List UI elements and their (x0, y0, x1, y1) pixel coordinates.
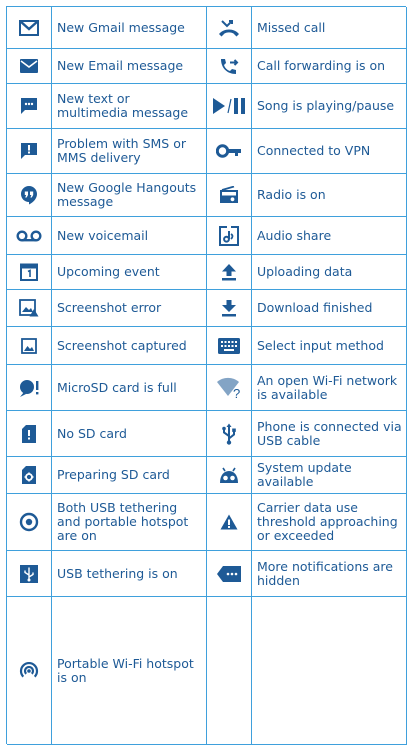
table-row: New Email message (7, 49, 207, 84)
audio-share-icon (207, 217, 252, 254)
call-forward-icon (207, 49, 252, 83)
data-warning-icon (207, 494, 252, 550)
missed-call-icon (207, 7, 252, 48)
row-label: New Email message (57, 58, 184, 73)
icon-table: New Gmail message New Email message New te… (6, 6, 407, 745)
table-row: Both USB tethering and portable hotspot … (7, 494, 207, 551)
table-row: Screenshot error (7, 290, 207, 327)
gmail-icon (7, 7, 52, 48)
keyboard-icon (207, 327, 252, 364)
row-label: Screenshot error (57, 300, 162, 315)
open-wifi-icon: ? (207, 365, 252, 410)
row-label: Missed call (257, 19, 326, 35)
sd-full-icon (7, 365, 52, 410)
row-label: Both USB tethering and portable hotspot … (57, 500, 189, 543)
screenshot-icon (7, 327, 52, 364)
row-label (257, 597, 402, 744)
table-row: Preparing SD card (7, 457, 207, 494)
table-row: Phone is connected via USB cable (207, 411, 407, 457)
empty-icon-cell (207, 597, 252, 744)
row-label: USB tethering is on (57, 565, 178, 581)
email-icon (7, 49, 52, 83)
table-row: No SD card (7, 411, 207, 457)
row-label: More notifications are hidden (257, 558, 393, 588)
table-row: Portable Wi-Fi hotspot is on (7, 597, 207, 745)
row-label: Download finished (257, 300, 373, 315)
preparing-sd-icon (7, 457, 52, 493)
table-row: Uploading data (207, 255, 407, 290)
table-row: Song is playing/pause (207, 84, 407, 129)
table-row: New Google Hangouts message (7, 174, 207, 217)
row-label: New text or multimedia message (57, 91, 189, 120)
table-row: Missed call (207, 7, 407, 49)
system-update-icon (207, 457, 252, 493)
row-label: Audio share (257, 227, 332, 243)
table-row: Connected to VPN (207, 129, 407, 174)
radio-icon (207, 174, 252, 216)
row-label: Song is playing/pause (257, 98, 395, 113)
row-label: Select input method (257, 337, 384, 353)
table-row: MicroSD card is full (7, 365, 207, 411)
table-row: Audio share (207, 217, 407, 255)
play-pause-icon (207, 84, 252, 128)
calendar-icon (7, 255, 52, 289)
row-label: Carrier data use threshold approaching o… (257, 500, 398, 543)
no-sd-icon (7, 411, 52, 456)
table-row: Screenshot captured (7, 327, 207, 365)
table-row: Problem with SMS or MMS delivery (7, 129, 207, 174)
row-label: An open Wi-Fi network is available (257, 372, 398, 402)
table-row: New text or multimedia message (7, 84, 207, 129)
table-row: More notifications are hidden (207, 551, 407, 597)
table-row: Radio is on (207, 174, 407, 217)
row-label: Preparing SD card (57, 467, 170, 482)
svg-text:?: ? (233, 386, 240, 399)
table-row: USB tethering is on (7, 551, 207, 597)
table-row: Carrier data use threshold approaching o… (207, 494, 407, 551)
row-label: Connected to VPN (257, 143, 371, 158)
row-label: Portable Wi-Fi hotspot is on (57, 655, 194, 685)
row-label: MicroSD card is full (57, 379, 177, 395)
row-label: Uploading data (257, 264, 353, 279)
hangouts-icon (7, 174, 52, 216)
row-label: Problem with SMS or MMS delivery (57, 136, 186, 165)
table-row (207, 597, 407, 745)
table-row: Call forwarding is on (207, 49, 407, 84)
row-label: New Gmail message (57, 19, 185, 35)
table-row: Download finished (207, 290, 407, 327)
usb-icon (207, 411, 252, 456)
table-row: New voicemail (7, 217, 207, 255)
upload-icon (207, 255, 252, 289)
row-label: Radio is on (257, 187, 326, 202)
sms-problem-icon (7, 129, 52, 173)
row-label: New voicemail (57, 227, 149, 243)
row-label: Phone is connected via USB cable (257, 418, 402, 448)
text-message-icon (7, 84, 52, 128)
voicemail-icon (7, 217, 52, 254)
more-notifications-icon (207, 551, 252, 596)
screenshot-error-icon (7, 290, 52, 326)
table-row: Select input method (207, 327, 407, 365)
table-row: New Gmail message (7, 7, 207, 49)
row-label: Screenshot captured (57, 337, 187, 353)
row-label: New Google Hangouts message (57, 180, 197, 209)
row-label: Call forwarding is on (257, 58, 386, 73)
table-row: ? An open Wi-Fi network is available (207, 365, 407, 411)
row-label: Upcoming event (57, 264, 160, 279)
vpn-key-icon (207, 129, 252, 173)
table-row: Upcoming event (7, 255, 207, 290)
download-icon (207, 290, 252, 326)
row-label: No SD card (57, 425, 127, 441)
usb-tether-icon (7, 551, 52, 596)
row-label: System update available (257, 460, 352, 489)
hotspot-icon (7, 597, 52, 744)
tether-hotspot-icon (7, 494, 52, 550)
table-row: System update available (207, 457, 407, 494)
